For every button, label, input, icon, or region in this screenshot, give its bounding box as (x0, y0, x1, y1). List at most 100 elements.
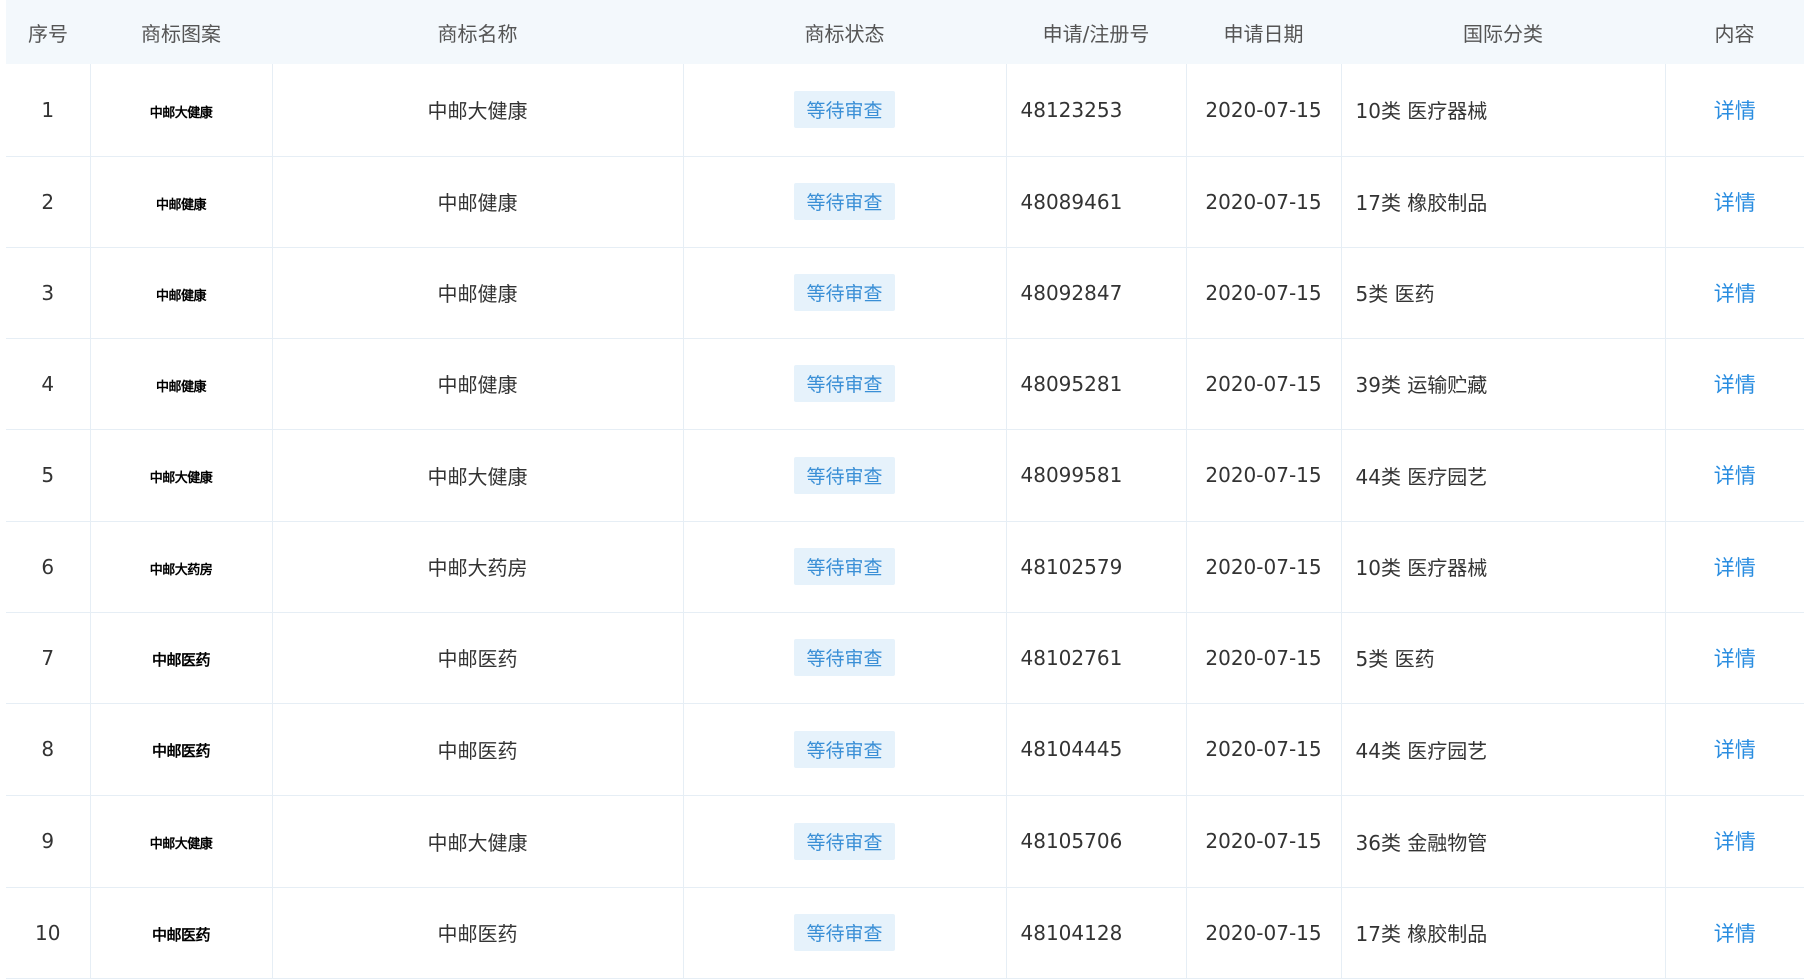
trademark-table: 序号 商标图案 商标名称 商标状态 申请/注册号 申请日期 国际分类 内容 1 中… (6, 0, 1804, 979)
status-cell: 等待审查 (683, 247, 1007, 339)
international-class: 36类 金融物管 (1341, 795, 1666, 888)
detail-link[interactable]: 详情 (1714, 99, 1756, 123)
trademark-logo: 中邮大健康 (90, 64, 273, 157)
detail-link[interactable]: 详情 (1714, 556, 1756, 580)
status-badge: 等待审查 (794, 183, 895, 220)
header-status: 商标状态 (683, 0, 1006, 64)
row-index: 6 (6, 521, 91, 613)
registration-number: 48089461 (1006, 156, 1187, 248)
application-date: 2020-07-15 (1186, 429, 1342, 522)
international-class: 17类 橡胶制品 (1341, 156, 1666, 248)
status-badge: 等待审查 (794, 365, 895, 402)
detail-link[interactable]: 详情 (1714, 464, 1756, 488)
detail-link[interactable]: 详情 (1714, 373, 1756, 397)
header-class: 国际分类 (1341, 0, 1665, 64)
header-index: 序号 (6, 0, 90, 64)
table-row: 4 中邮健康 中邮健康 等待审查 48095281 2020-07-15 39类 运输贮藏 详… (6, 338, 1804, 430)
application-date: 2020-07-15 (1186, 338, 1342, 430)
status-cell: 等待审查 (683, 887, 1007, 979)
detail-cell: 详情 (1665, 64, 1804, 157)
trademark-logo-text: 中邮健康 (155, 197, 207, 213)
detail-cell: 详情 (1665, 612, 1804, 704)
trademark-logo-text: 中邮医药 (151, 742, 211, 760)
row-index: 9 (6, 795, 91, 888)
status-badge: 等待审查 (794, 639, 895, 676)
trademark-logo-text: 中邮大药房 (149, 562, 213, 578)
detail-cell: 详情 (1665, 247, 1804, 339)
trademark-logo-text: 中邮医药 (151, 650, 211, 669)
trademark-name: 中邮大健康 (272, 429, 684, 522)
header-date: 申请日期 (1186, 0, 1341, 64)
row-index: 7 (6, 612, 91, 704)
status-cell: 等待审查 (683, 521, 1007, 613)
status-cell: 等待审查 (683, 429, 1007, 522)
table-row: 2 中邮健康 中邮健康 等待审查 48089461 2020-07-15 17类 橡胶制品 详… (6, 156, 1804, 248)
status-cell: 等待审查 (683, 703, 1007, 796)
international-class: 17类 橡胶制品 (1341, 887, 1666, 979)
trademark-logo: 中邮大健康 (90, 795, 273, 888)
application-date: 2020-07-15 (1186, 521, 1342, 613)
international-class: 39类 运输贮藏 (1341, 338, 1666, 430)
registration-number: 48095281 (1006, 338, 1187, 430)
status-cell: 等待审查 (683, 156, 1007, 248)
status-cell: 等待审查 (683, 64, 1007, 157)
trademark-logo: 中邮大健康 (90, 429, 273, 522)
row-index: 10 (6, 887, 91, 979)
trademark-logo-text: 中邮健康 (155, 288, 207, 304)
application-date: 2020-07-15 (1186, 887, 1342, 979)
trademark-name: 中邮健康 (272, 247, 684, 339)
registration-number: 48102761 (1006, 612, 1187, 704)
detail-link[interactable]: 详情 (1714, 282, 1756, 306)
detail-cell: 详情 (1665, 338, 1804, 430)
registration-number: 48123253 (1006, 64, 1187, 157)
trademark-logo-text: 中邮医药 (151, 925, 211, 944)
header-reg-no: 申请/注册号 (1006, 0, 1186, 64)
row-index: 1 (6, 64, 91, 157)
detail-link[interactable]: 详情 (1714, 830, 1756, 854)
header-content: 内容 (1665, 0, 1804, 64)
trademark-name: 中邮医药 (272, 612, 684, 704)
trademark-logo-text: 中邮健康 (155, 379, 207, 395)
table-row: 3 中邮健康 中邮健康 等待审查 48092847 2020-07-15 5类 医药 详情 (6, 247, 1804, 339)
registration-number: 48104128 (1006, 887, 1187, 979)
trademark-logo-text: 中邮大健康 (149, 837, 213, 852)
detail-link[interactable]: 详情 (1714, 922, 1756, 946)
international-class: 10类 医疗器械 (1341, 521, 1666, 613)
trademark-logo: 中邮大药房 (90, 521, 273, 613)
trademark-name: 中邮大健康 (272, 795, 684, 888)
table-row: 6 中邮大药房 中邮大药房 等待审查 48102579 2020-07-15 10类 医疗器… (6, 521, 1804, 613)
table-row: 8 中邮医药 中邮医药 等待审查 48104445 2020-07-15 44类 医疗园艺 详… (6, 703, 1804, 796)
trademark-logo: 中邮健康 (90, 338, 273, 430)
status-badge: 等待审查 (794, 914, 895, 951)
application-date: 2020-07-15 (1186, 612, 1342, 704)
table-row: 1 中邮大健康 中邮大健康 等待审查 48123253 2020-07-15 10类 医疗器… (6, 64, 1804, 157)
detail-link[interactable]: 详情 (1714, 191, 1756, 215)
table-row: 10 中邮医药 中邮医药 等待审查 48104128 2020-07-15 17类 橡胶制品… (6, 887, 1804, 979)
international-class: 5类 医药 (1341, 247, 1666, 339)
trademark-table-container: 序号 商标图案 商标名称 商标状态 申请/注册号 申请日期 国际分类 内容 1 中… (6, 0, 1804, 979)
trademark-name: 中邮医药 (272, 887, 684, 979)
trademark-logo: 中邮健康 (90, 247, 273, 339)
row-index: 5 (6, 429, 91, 522)
row-index: 2 (6, 156, 91, 248)
application-date: 2020-07-15 (1186, 247, 1342, 339)
table-header-row: 序号 商标图案 商标名称 商标状态 申请/注册号 申请日期 国际分类 内容 (6, 0, 1804, 64)
table-body: 1 中邮大健康 中邮大健康 等待审查 48123253 2020-07-15 10类 医疗器… (6, 64, 1804, 979)
detail-link[interactable]: 详情 (1714, 647, 1756, 671)
row-index: 3 (6, 247, 91, 339)
status-cell: 等待审查 (683, 612, 1007, 704)
application-date: 2020-07-15 (1186, 795, 1342, 888)
detail-cell: 详情 (1665, 703, 1804, 796)
table-row: 7 中邮医药 中邮医药 等待审查 48102761 2020-07-15 5类 医药 详情 (6, 612, 1804, 704)
header-name: 商标名称 (272, 0, 683, 64)
status-badge: 等待审查 (794, 730, 895, 768)
registration-number: 48099581 (1006, 429, 1187, 522)
status-badge: 等待审查 (794, 822, 895, 860)
registration-number: 48102579 (1006, 521, 1187, 613)
status-badge: 等待审查 (794, 91, 895, 129)
trademark-logo: 中邮医药 (90, 887, 273, 979)
header-logo: 商标图案 (90, 0, 272, 64)
detail-link[interactable]: 详情 (1714, 738, 1756, 762)
trademark-logo: 中邮医药 (90, 703, 273, 796)
application-date: 2020-07-15 (1186, 64, 1342, 157)
